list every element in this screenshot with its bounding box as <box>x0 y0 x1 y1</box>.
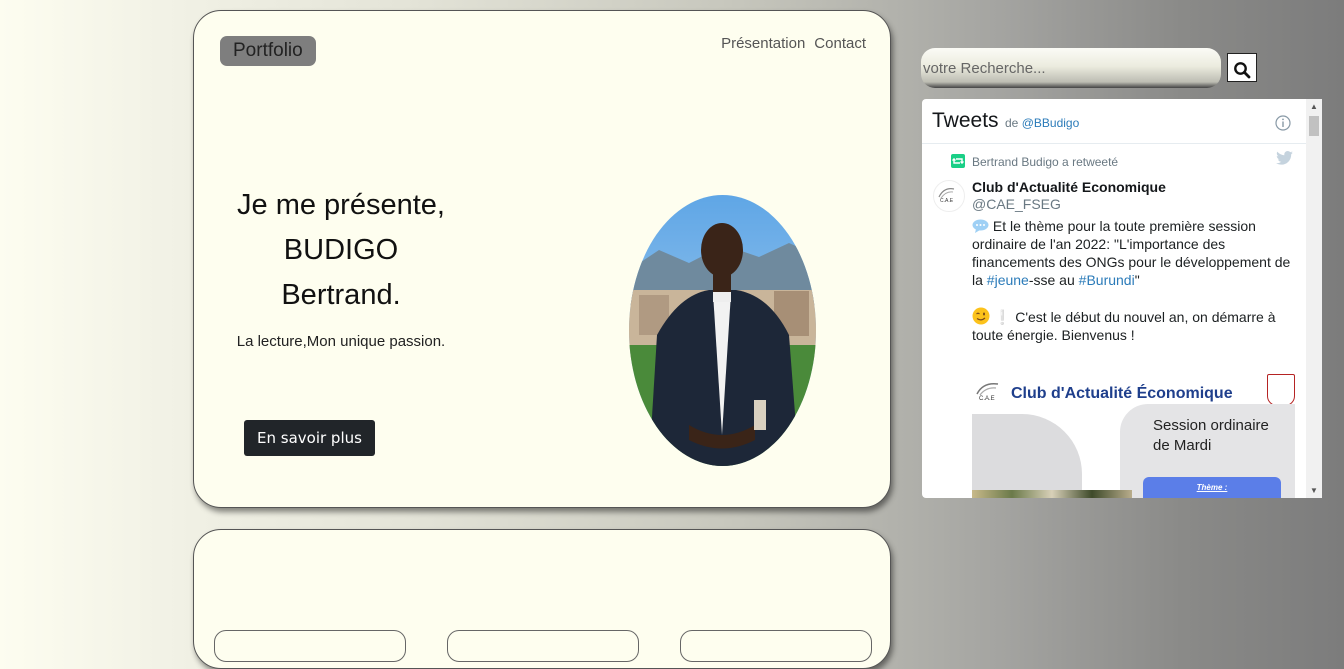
media-session-text: Session ordinaire de Mardi <box>1153 416 1269 456</box>
scroll-down-icon[interactable]: ▼ <box>1310 486 1318 495</box>
tweet-paragraph: Et le thème pour la toute première sessi… <box>972 217 1294 289</box>
scrollbar-thumb[interactable] <box>1309 116 1319 136</box>
author-avatar[interactable]: C.A.E <box>933 180 965 212</box>
media-shape <box>972 414 1082 498</box>
hashtag-link-burundi[interactable]: #Burundi <box>1079 272 1135 288</box>
session-line: Session ordinaire <box>1153 417 1269 434</box>
byline-handle-link[interactable]: @BBudigo <box>1022 116 1080 130</box>
exclamation-icon: ❕ <box>993 309 1012 325</box>
tweet-text-part: " <box>1134 272 1140 288</box>
nav-link-contact[interactable]: Contact <box>814 35 866 52</box>
speech-bubble-icon <box>972 218 993 234</box>
card-button[interactable] <box>680 630 872 662</box>
intro-heading: Je me présente, BUDIGO Bertrand. <box>216 183 466 318</box>
session-line: de Mardi <box>1153 437 1212 454</box>
hero-card: Portfolio Présentation Contact Je me pré… <box>193 10 891 508</box>
brand-link[interactable]: Portfolio <box>220 36 316 66</box>
about-card <box>193 529 891 669</box>
tweet-author-handle[interactable]: @CAE_FSEG <box>972 196 1061 212</box>
search-button[interactable] <box>1227 53 1257 82</box>
svg-text:C.A.E: C.A.E <box>940 198 954 204</box>
wink-emoji-icon <box>972 307 994 325</box>
card-button[interactable] <box>447 630 639 662</box>
intro-tagline: La lecture,Mon unique passion. <box>236 333 446 350</box>
learn-more-button[interactable]: En savoir plus <box>244 420 375 456</box>
retweet-label: Bertrand Budigo a retweeté <box>972 155 1119 169</box>
intro-line: Bertrand. <box>281 279 401 311</box>
media-theme-label: Thème : <box>1143 477 1281 498</box>
media-club-title: Club d'Actualité Économique <box>1011 385 1233 402</box>
media-photo-strip <box>972 490 1132 498</box>
logo-text: C.A.E <box>979 396 995 402</box>
timeline-title: Tweets <box>932 109 999 132</box>
nav-link-presentation[interactable]: Présentation <box>721 35 805 52</box>
intro-line: BUDIGO <box>283 234 399 266</box>
main-nav: Présentation Contact <box>721 35 866 52</box>
profile-photo <box>629 195 816 466</box>
tweet-media-image[interactable]: C.A.E Club d'Actualité Économique Sessio… <box>972 374 1295 498</box>
hashtag-link-jeune[interactable]: #jeune <box>987 272 1029 288</box>
twitter-timeline[interactable]: Tweets de @BBudigo Bertrand Budigo a ret… <box>922 99 1322 498</box>
tweet-text: Et le thème pour la toute première sessi… <box>972 217 1294 362</box>
scroll-up-icon[interactable]: ▲ <box>1310 102 1318 111</box>
timeline-header: Tweets de @BBudigo <box>922 99 1306 144</box>
search-input[interactable] <box>921 48 1221 88</box>
tweet-author-name[interactable]: Club d'Actualité Economique <box>972 179 1166 195</box>
search-icon <box>1234 61 1251 78</box>
retweet-icon <box>951 154 965 168</box>
tweet-paragraph: ❕ C'est le début du nouvel an, on démarr… <box>972 307 1294 344</box>
card-button[interactable] <box>214 630 406 662</box>
cae-logo-icon: C.A.E <box>974 380 1008 407</box>
tweet-text-part: -sse au <box>1028 272 1079 288</box>
timeline-byline: de @BBudigo <box>1005 116 1079 130</box>
crest-icon <box>1267 374 1295 406</box>
tweet-text-part: C'est le début du nouvel an, on démarre … <box>972 309 1276 343</box>
intro-line: Je me présente, <box>237 189 445 221</box>
twitter-bird-icon[interactable] <box>1276 151 1293 170</box>
info-icon[interactable] <box>1275 115 1291 136</box>
timeline-scrollbar[interactable]: ▲ ▼ <box>1306 99 1322 498</box>
byline-prefix: de <box>1005 116 1019 130</box>
